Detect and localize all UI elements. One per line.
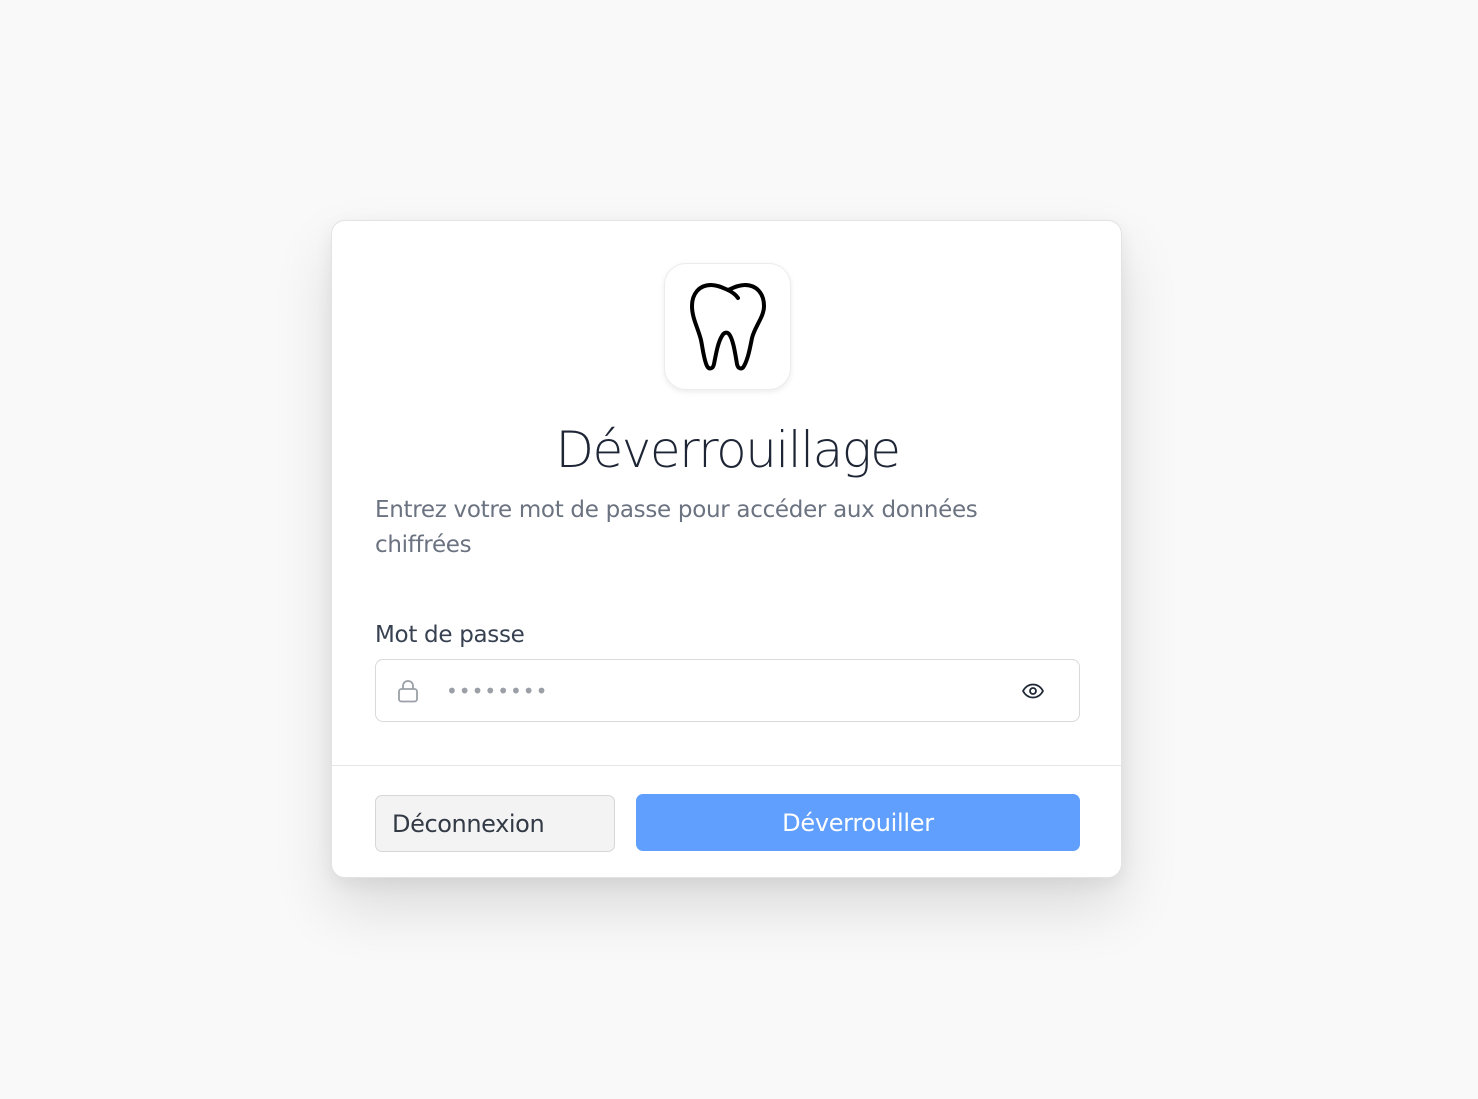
toggle-password-visibility-button[interactable]: [1021, 680, 1045, 702]
dialog-subtitle: Entrez votre mot de passe pour accéder a…: [375, 497, 978, 558]
lock-icon: [398, 680, 418, 703]
dialog-title: Déverrouillage: [555, 421, 902, 479]
eye-icon: [1022, 683, 1044, 699]
password-field[interactable]: [375, 659, 1080, 722]
unlock-dialog: Déverrouillage Entrez votre mot de passe…: [331, 220, 1122, 878]
tooth-icon: [689, 282, 766, 370]
unlock-button[interactable]: Déverrouiller: [636, 794, 1080, 851]
app-logo: [664, 263, 791, 390]
footer-divider: [332, 765, 1121, 766]
logout-button[interactable]: Déconnexion: [375, 795, 615, 852]
password-label: Mot de passe: [375, 622, 525, 648]
password-input[interactable]: [446, 660, 1006, 721]
